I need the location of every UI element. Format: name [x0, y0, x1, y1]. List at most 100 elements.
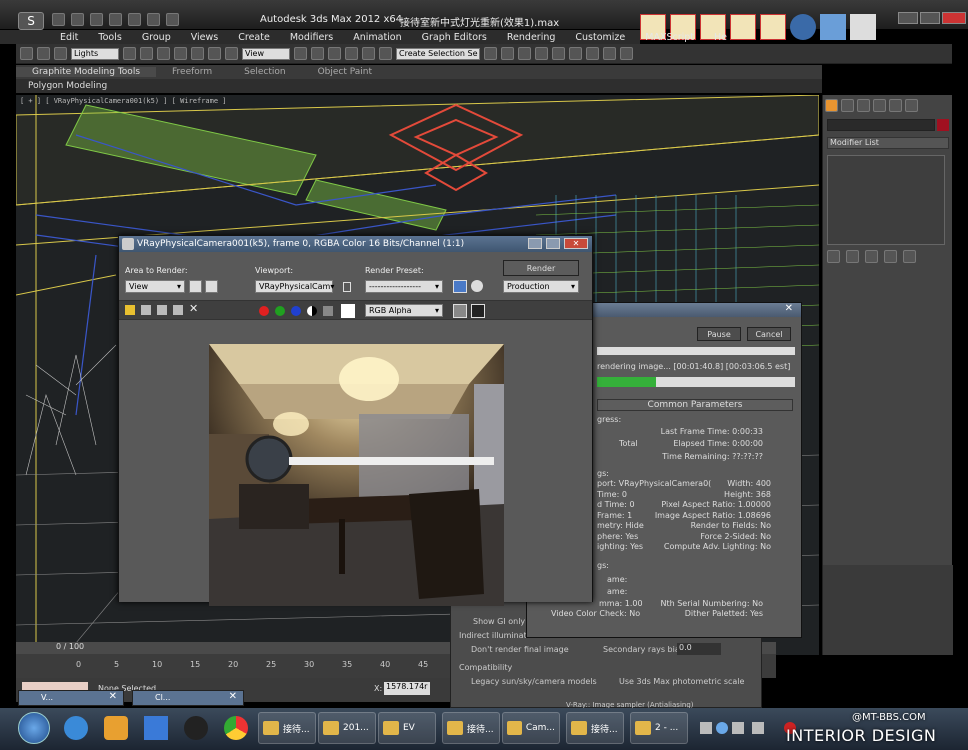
percent-snap-icon[interactable]: [362, 47, 375, 60]
menu-item[interactable]: Edit: [50, 32, 88, 43]
taskbar-item[interactable]: Cam...: [502, 712, 560, 744]
pause-button[interactable]: Pause: [697, 327, 741, 341]
app-logo-icon[interactable]: S: [18, 12, 44, 30]
green-channel-icon[interactable]: [275, 306, 285, 316]
snap-icon[interactable]: [328, 47, 341, 60]
menu-item[interactable]: Graph Editors: [412, 32, 497, 43]
minimize-icon[interactable]: [528, 238, 542, 249]
hierarchy-tab-icon[interactable]: [857, 99, 870, 112]
taskbar-item[interactable]: 201...: [318, 712, 376, 744]
cursor-icon[interactable]: [850, 14, 876, 40]
render-preset-select[interactable]: ------------------ ▾: [365, 280, 443, 293]
start-button-icon[interactable]: [18, 712, 50, 744]
minimized-window-1[interactable]: V... ✕: [18, 690, 124, 706]
configure-sets-icon[interactable]: [903, 250, 916, 263]
move-icon[interactable]: [191, 47, 204, 60]
cancel-button[interactable]: Cancel: [747, 327, 791, 341]
maximize-icon[interactable]: [546, 238, 560, 249]
open-file-icon[interactable]: [71, 13, 84, 26]
new-file-icon[interactable]: [52, 13, 65, 26]
alpha-channel-icon[interactable]: [307, 306, 317, 316]
menu-item[interactable]: MAXScript: [635, 32, 704, 43]
material-editor-icon[interactable]: [569, 47, 582, 60]
remove-modifier-icon[interactable]: [884, 250, 897, 263]
viewport-select[interactable]: VRayPhysicalCam ▾: [255, 280, 334, 293]
tray-icon[interactable]: [700, 722, 712, 734]
display-toggle-icon[interactable]: [453, 304, 467, 318]
close-icon[interactable]: ✕: [229, 691, 237, 702]
pin-stack-icon[interactable]: [827, 250, 840, 263]
tray-icon[interactable]: [752, 722, 764, 734]
render-button[interactable]: Render: [503, 260, 579, 276]
help-icon[interactable]: [716, 722, 728, 734]
selection-filter-select[interactable]: Lights: [71, 47, 119, 60]
menu-item[interactable]: Modifiers: [280, 32, 343, 43]
save-file-icon[interactable]: [90, 13, 103, 26]
swatch-icon[interactable]: [341, 304, 355, 318]
save-image-icon[interactable]: [125, 305, 135, 315]
align-icon[interactable]: [501, 47, 514, 60]
media-player-icon[interactable]: [104, 716, 128, 740]
unlink-icon[interactable]: [37, 47, 50, 60]
taskbar-item[interactable]: 接待...: [442, 712, 500, 744]
object-name-field[interactable]: [827, 119, 935, 131]
menu-item[interactable]: Customize: [565, 32, 635, 43]
render-icon[interactable]: [620, 47, 633, 60]
hold-icon[interactable]: [147, 13, 160, 26]
display-tab-icon[interactable]: [889, 99, 902, 112]
clear-icon[interactable]: ✕: [189, 302, 198, 315]
render-setup-icon[interactable]: [453, 280, 467, 293]
maximize-icon[interactable]: [920, 12, 940, 24]
object-color-swatch[interactable]: [937, 119, 949, 131]
select-by-name-icon[interactable]: [140, 47, 153, 60]
environment-icon[interactable]: [471, 280, 483, 292]
render-setup-icon[interactable]: [586, 47, 599, 60]
manipulate-icon[interactable]: [311, 47, 324, 60]
pivot-icon[interactable]: [294, 47, 307, 60]
create-tab-icon[interactable]: [825, 99, 838, 112]
utilities-tab-icon[interactable]: [905, 99, 918, 112]
link-icon[interactable]: [20, 47, 33, 60]
blue-channel-icon[interactable]: [291, 306, 301, 316]
red-channel-icon[interactable]: [259, 306, 269, 316]
plugin-button[interactable]: [760, 14, 786, 40]
secondary-rays-field[interactable]: 0.0: [677, 643, 721, 655]
ribbon-tab[interactable]: Freeform: [156, 67, 228, 77]
spinner-snap-icon[interactable]: [379, 47, 392, 60]
show-gi-only-label[interactable]: Show GI only: [473, 617, 525, 626]
ie-icon[interactable]: [64, 716, 88, 740]
bind-space-warp-icon[interactable]: [54, 47, 67, 60]
auto-region-icon[interactable]: [205, 280, 218, 293]
ribbon-tab[interactable]: Graphite Modeling Tools: [16, 67, 157, 77]
modifier-stack[interactable]: [827, 155, 945, 245]
area-to-render-select[interactable]: View ▾: [125, 280, 185, 293]
qq-icon[interactable]: [184, 716, 208, 740]
modifier-list-select[interactable]: Modifier List: [827, 137, 949, 149]
curve-editor-icon[interactable]: [535, 47, 548, 60]
menu-item[interactable]: He: [704, 32, 737, 43]
render-frame-icon[interactable]: [603, 47, 616, 60]
reference-coord-select[interactable]: View: [242, 47, 290, 60]
display-mode-icon[interactable]: [471, 304, 485, 318]
schematic-icon[interactable]: [552, 47, 565, 60]
mono-channel-icon[interactable]: [323, 306, 333, 316]
minimized-window-2[interactable]: Cl... ✕: [132, 690, 244, 706]
rotate-icon[interactable]: [208, 47, 221, 60]
named-selection-set[interactable]: Create Selection Se: [396, 47, 480, 60]
angle-snap-icon[interactable]: [345, 47, 358, 60]
x-coord-field[interactable]: 1578.174r: [384, 682, 430, 695]
redo-icon[interactable]: [128, 13, 141, 26]
channel-select[interactable]: RGB Alpha ▾: [365, 304, 443, 317]
print-icon[interactable]: [173, 305, 183, 315]
dont-render-final-label[interactable]: Don't render final image: [471, 645, 569, 654]
minimize-icon[interactable]: [898, 12, 918, 24]
taskbar-item[interactable]: EV: [378, 712, 436, 744]
clock-icon[interactable]: [790, 14, 816, 40]
ribbon-tab[interactable]: Selection: [228, 67, 301, 77]
close-icon[interactable]: ✕: [785, 303, 793, 314]
motion-tab-icon[interactable]: [873, 99, 886, 112]
menu-item[interactable]: Rendering: [497, 32, 566, 43]
menu-item[interactable]: Group: [132, 32, 181, 43]
window-crossing-icon[interactable]: [174, 47, 187, 60]
fetch-icon[interactable]: [166, 13, 179, 26]
